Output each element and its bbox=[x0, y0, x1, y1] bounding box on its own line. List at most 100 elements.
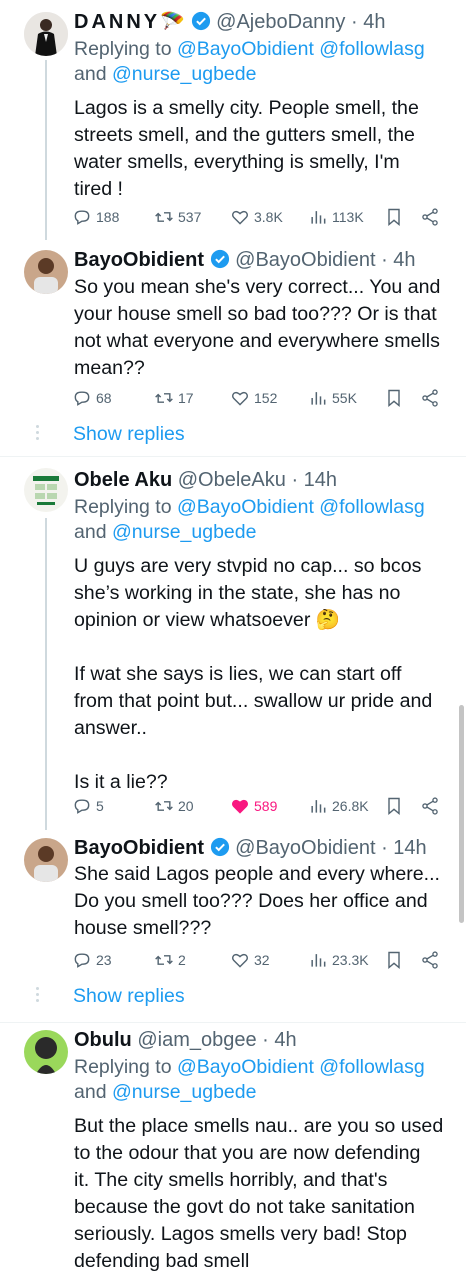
retweet-icon bbox=[155, 393, 173, 403]
tweet-obulu[interactable]: Obulu @iam_obgee · 4h Replying to @BayoO… bbox=[0, 1024, 466, 1280]
avatar[interactable] bbox=[24, 468, 68, 512]
show-replies-link[interactable]: Show replies bbox=[73, 985, 185, 1008]
replying-to: Replying to @BayoObidient @followlasg an… bbox=[74, 495, 452, 545]
share-icon bbox=[422, 389, 438, 407]
avatar[interactable] bbox=[24, 12, 68, 56]
bookmark-button[interactable] bbox=[384, 794, 404, 818]
tweet-text: U guys are very stvpid no cap... so bcos… bbox=[74, 555, 433, 793]
scrollbar[interactable] bbox=[459, 705, 464, 923]
retweet-button[interactable]: 20 bbox=[154, 794, 194, 818]
timestamp[interactable]: · 4h bbox=[351, 11, 385, 33]
reply-count: 23 bbox=[96, 952, 112, 968]
show-replies-link[interactable]: Show replies bbox=[73, 423, 185, 446]
retweet-count: 17 bbox=[178, 390, 194, 406]
like-button[interactable]: 32 bbox=[230, 948, 270, 972]
share-button[interactable] bbox=[420, 794, 440, 818]
like-count: 3.8K bbox=[254, 209, 283, 225]
tweet-actions: 68 17 152 55K bbox=[72, 386, 452, 410]
reply-count: 5 bbox=[96, 798, 104, 814]
avatar-image bbox=[24, 838, 68, 882]
replying-and: and bbox=[74, 63, 107, 85]
retweet-button[interactable]: 2 bbox=[154, 948, 186, 972]
heart-icon bbox=[232, 391, 248, 406]
tweet-actions: 188 537 3.8K 113K bbox=[72, 205, 452, 229]
replying-mentions[interactable]: @BayoObidient @followlasg bbox=[177, 496, 425, 518]
views-button[interactable]: 55K bbox=[308, 386, 357, 410]
views-button[interactable]: 23.3K bbox=[308, 948, 369, 972]
bookmark-button[interactable] bbox=[384, 205, 404, 229]
replying-mention-nurse[interactable]: @nurse_ugbede bbox=[112, 521, 257, 543]
handle[interactable]: @ObeleAku bbox=[178, 469, 286, 491]
avatar[interactable] bbox=[24, 250, 68, 294]
retweet-icon bbox=[155, 801, 173, 811]
avatar[interactable] bbox=[24, 1030, 68, 1074]
retweet-count: 537 bbox=[178, 209, 202, 225]
handle[interactable]: @iam_obgee bbox=[137, 1029, 256, 1051]
replying-and: and bbox=[74, 1081, 107, 1103]
retweet-icon bbox=[155, 955, 173, 965]
timestamp[interactable]: · 4h bbox=[262, 1029, 296, 1051]
thread-line bbox=[45, 60, 47, 240]
views-chart-icon bbox=[311, 211, 326, 224]
bookmark-icon bbox=[388, 797, 400, 816]
reply-button[interactable]: 5 bbox=[72, 794, 104, 818]
handle[interactable]: @BayoObidient bbox=[235, 249, 375, 271]
retweet-button[interactable]: 17 bbox=[154, 386, 194, 410]
tweet-danny[interactable]: DANNY🪂 @AjeboDanny · 4h Replying to @Bay… bbox=[0, 0, 466, 240]
timestamp[interactable]: · 14h bbox=[291, 469, 337, 491]
bookmark-button[interactable] bbox=[384, 386, 404, 410]
replying-to: Replying to @BayoObidient @followlasg an… bbox=[74, 37, 452, 87]
share-button[interactable] bbox=[420, 948, 440, 972]
view-count: 113K bbox=[332, 209, 364, 225]
replying-mentions[interactable]: @BayoObidient @followlasg bbox=[177, 38, 425, 60]
reply-icon bbox=[74, 953, 90, 968]
heart-icon bbox=[232, 953, 248, 968]
tweet-obele-aku[interactable]: Obele Aku @ObeleAku · 14h Replying to @B… bbox=[0, 460, 466, 830]
tweet-text: So you mean she's very correct... You an… bbox=[74, 276, 441, 379]
tweet-bayo-reply-2[interactable]: BayoObidient @BayoObidient · 14h She sai… bbox=[0, 830, 466, 1015]
tweet-text: She said Lagos people and every where...… bbox=[74, 863, 440, 939]
verified-badge-icon bbox=[210, 249, 229, 269]
reply-icon bbox=[74, 210, 90, 225]
timestamp[interactable]: · 4h bbox=[381, 249, 415, 271]
tweet-actions: 5 20 589 26.8K bbox=[72, 794, 452, 818]
reply-icon bbox=[74, 799, 90, 814]
handle[interactable]: @BayoObidient bbox=[235, 837, 375, 859]
avatar-image bbox=[24, 250, 68, 294]
share-icon bbox=[422, 951, 438, 969]
display-name[interactable]: BayoObidient bbox=[74, 249, 204, 271]
bookmark-button[interactable] bbox=[384, 948, 404, 972]
display-name[interactable]: DANNY bbox=[74, 11, 160, 33]
like-count: 152 bbox=[254, 390, 278, 406]
retweet-button[interactable]: 537 bbox=[154, 205, 201, 229]
retweet-count: 20 bbox=[178, 798, 194, 814]
views-button[interactable]: 26.8K bbox=[308, 794, 369, 818]
like-button[interactable]: 3.8K bbox=[230, 205, 283, 229]
like-button-active[interactable]: 589 bbox=[230, 794, 277, 818]
reply-button[interactable]: 23 bbox=[72, 948, 112, 972]
replying-mention-nurse[interactable]: @nurse_ugbede bbox=[112, 1081, 257, 1103]
replying-mention-nurse[interactable]: @nurse_ugbede bbox=[112, 63, 257, 85]
views-button[interactable]: 113K bbox=[308, 205, 364, 229]
reply-button[interactable]: 188 bbox=[72, 205, 119, 229]
like-button[interactable]: 152 bbox=[230, 386, 277, 410]
tweet-bayo-reply-1[interactable]: BayoObidient @BayoObidient · 4h So you m… bbox=[0, 240, 466, 450]
display-name[interactable]: BayoObidient bbox=[74, 837, 204, 859]
display-name[interactable]: Obele Aku bbox=[74, 469, 172, 491]
views-chart-icon bbox=[311, 954, 326, 967]
heart-filled-icon bbox=[232, 799, 248, 814]
avatar[interactable] bbox=[24, 838, 68, 882]
share-button[interactable] bbox=[420, 386, 440, 410]
handle[interactable]: @AjeboDanny bbox=[216, 11, 345, 33]
share-button[interactable] bbox=[420, 205, 440, 229]
replying-prefix: Replying to bbox=[74, 496, 172, 518]
timestamp[interactable]: · 14h bbox=[381, 837, 427, 859]
separator bbox=[0, 456, 466, 457]
avatar-image bbox=[24, 1030, 68, 1074]
replying-and: and bbox=[74, 521, 107, 543]
view-count: 23.3K bbox=[332, 952, 369, 968]
reply-button[interactable]: 68 bbox=[72, 386, 112, 410]
display-name[interactable]: Obulu bbox=[74, 1029, 132, 1051]
share-icon bbox=[422, 208, 438, 226]
replying-mentions[interactable]: @BayoObidient @followlasg bbox=[177, 1056, 425, 1078]
